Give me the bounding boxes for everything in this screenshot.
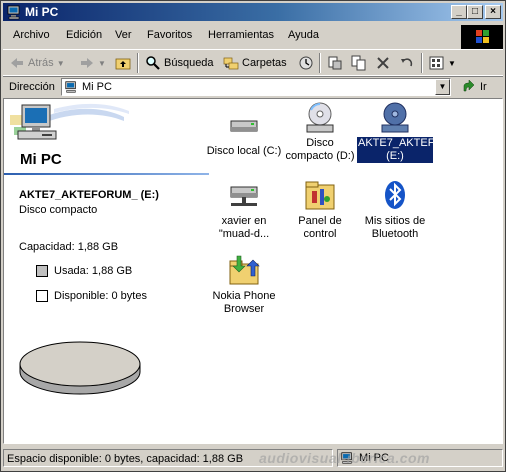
pane-banner: Mi PC [4,99,209,171]
close-button[interactable]: × [485,5,501,19]
views-icon [429,56,444,70]
used-space-text: Usada: 1,88 GB [54,265,133,277]
copy-to-button[interactable] [351,54,370,72]
selected-item-name: AKTE7_AKTEFORUM_ (E:) [19,189,159,201]
network-drive-item[interactable]: xavier en "muad-d... [204,179,284,241]
up-folder-icon [115,58,131,70]
disk-usage-pie [19,341,141,395]
drive-d-item[interactable]: Disco compacto (D:) [280,101,360,163]
bluetooth-item[interactable]: Mis sitios de Bluetooth [355,179,435,241]
control-panel-icon [305,181,335,210]
copy-to-icon [351,55,366,71]
drive-e-label: AKTE7_AKTEFORUM_ (E:) [357,137,475,163]
title-bar[interactable]: Mi PC _ □ × [3,3,503,21]
network-drive-label: xavier en "muad-d... [218,215,270,240]
undo-icon [401,58,413,67]
content-area: Mi PC AKTE7_AKTEFORUM_ (E:) Disco compac… [3,98,503,444]
drive-c-item[interactable]: Disco local (C:) [204,109,284,158]
bluetooth-label: Mis sitios de Bluetooth [364,215,426,240]
move-to-icon [328,56,342,70]
address-dropdown-button[interactable]: ▼ [435,79,450,95]
drive-d-label: Disco compacto (D:) [285,137,355,162]
nokia-browser-item[interactable]: Nokia Phone Browser [204,254,284,316]
search-icon [146,56,160,70]
bluetooth-icon [385,181,405,209]
address-input[interactable]: Mi PC ▼ [61,78,451,96]
free-color-swatch [36,290,48,302]
nokia-browser-icon [229,255,260,285]
forward-arrow-icon [81,58,93,68]
go-button[interactable]: Ir [461,79,487,95]
nokia-browser-label: Nokia Phone Browser [212,290,276,315]
history-icon [299,56,313,70]
control-panel-label: Panel de control [298,215,342,240]
menu-ver[interactable]: Ver [115,29,132,41]
undo-button[interactable] [399,54,418,72]
free-space-legend: Disponible: 0 bytes [36,290,147,302]
my-computer-icon [7,5,20,20]
folders-icon [223,57,239,70]
used-space-legend: Usada: 1,88 GB [36,265,132,277]
selected-item-type: Disco compacto [19,204,98,216]
drive-e-item[interactable]: AKTE7_AKTEFORUM_ (E:) [355,101,475,163]
delete-icon [377,57,389,69]
window-title: Mi PC [25,5,59,19]
dvd-drive-icon [381,102,409,133]
move-to-button[interactable] [327,54,346,72]
folders-button[interactable]: Carpetas [223,54,287,72]
watermark-text: audiovisual-iberica.com [259,450,430,466]
forward-button[interactable]: ▼ [79,54,106,72]
banner-divider [4,173,209,175]
go-arrow-icon [463,79,475,92]
used-color-swatch [36,265,48,277]
details-pane: Mi PC AKTE7_AKTEFORUM_ (E:) Disco compac… [4,99,209,443]
toolbar-separator [421,53,423,73]
minimize-button[interactable]: _ [451,5,467,19]
toolbar-separator [319,53,321,73]
back-arrow-icon [11,58,23,68]
back-button[interactable]: Atrás ▼ [9,54,65,72]
control-panel-item[interactable]: Panel de control [280,179,360,241]
views-dropdown-icon[interactable]: ▼ [448,59,456,68]
my-computer-icon [65,81,76,93]
go-label: Ir [480,81,487,93]
my-computer-large-icon [17,104,57,140]
standard-toolbar: Atrás ▼ ▼ Búsqueda Carpetas ▼ [3,49,503,77]
address-value: Mi PC [82,81,112,93]
history-button[interactable] [298,54,317,72]
toolbar-separator [137,53,139,73]
forward-dropdown-icon[interactable]: ▼ [98,59,106,68]
search-button[interactable]: Búsqueda [145,54,214,72]
cd-drive-icon [306,102,334,133]
address-bar: Dirección Mi PC ▼ Ir [3,75,503,99]
maximize-button[interactable]: □ [467,5,483,19]
free-space-text: Disponible: 0 bytes [54,290,147,302]
menu-archivo[interactable]: Archivo [13,29,50,41]
menu-favoritos[interactable]: Favoritos [147,29,192,41]
pane-title: Mi PC [20,151,62,168]
windows-logo [461,25,503,49]
hard-drive-icon [230,120,258,132]
folders-label: Carpetas [242,57,287,69]
menu-edicion[interactable]: Edición [66,29,102,41]
back-label: Atrás [28,57,54,69]
drive-c-label: Disco local (C:) [206,145,282,157]
explorer-window: Mi PC _ □ × Archivo Edición Ver Favorito… [0,0,506,472]
windows-flag-icon [476,30,489,43]
views-button[interactable]: ▼ [429,54,456,72]
back-dropdown-icon[interactable]: ▼ [57,59,65,68]
menu-ayuda[interactable]: Ayuda [288,29,319,41]
search-label: Búsqueda [164,57,214,69]
capacity-text: Capacidad: 1,88 GB [19,241,119,253]
up-folder-button[interactable] [115,54,134,72]
delete-button[interactable] [375,54,394,72]
menu-bar: Archivo Edición Ver Favoritos Herramient… [3,25,458,47]
address-label: Dirección [9,81,55,93]
network-drive-icon [230,186,258,206]
menu-herramientas[interactable]: Herramientas [208,29,274,41]
